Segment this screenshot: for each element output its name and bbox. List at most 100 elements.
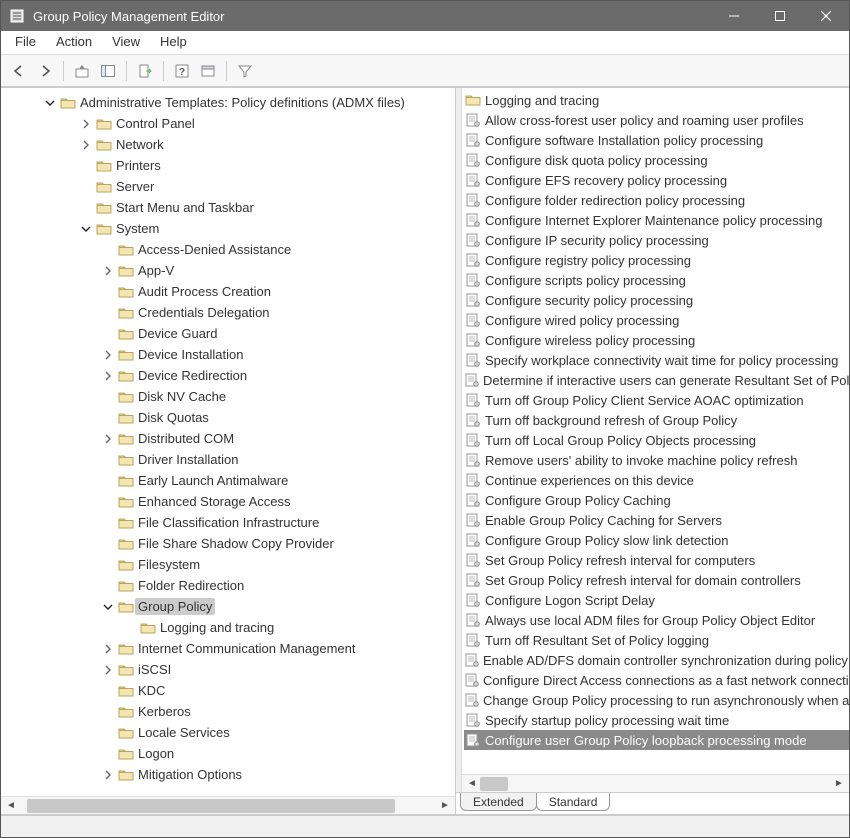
tree-node[interactable]: System — [5, 218, 455, 239]
tree-node[interactable]: Network — [5, 134, 455, 155]
list-folder[interactable]: Logging and tracing — [464, 90, 849, 110]
tree-view[interactable]: Administrative Templates: Policy definit… — [1, 88, 455, 796]
list-setting[interactable]: Turn off Local Group Policy Objects proc… — [464, 430, 849, 450]
list-setting[interactable]: Turn off Resultant Set of Policy logging — [464, 630, 849, 650]
tree-node[interactable]: Logon — [5, 743, 455, 764]
list-setting[interactable]: Configure folder redirection policy proc… — [464, 190, 849, 210]
chevron-right-icon[interactable] — [81, 119, 95, 129]
chevron-down-icon[interactable] — [81, 224, 95, 234]
list-setting[interactable]: Configure wired policy processing — [464, 310, 849, 330]
list-setting[interactable]: Configure Internet Explorer Maintenance … — [464, 210, 849, 230]
list-setting[interactable]: Change Group Policy processing to run as… — [464, 690, 849, 710]
help-button[interactable]: ? — [170, 59, 194, 83]
list-setting[interactable]: Continue experiences on this device — [464, 470, 849, 490]
tree-node[interactable]: Disk Quotas — [5, 407, 455, 428]
tree-node[interactable]: Server — [5, 176, 455, 197]
chevron-right-icon[interactable] — [103, 665, 117, 675]
scroll-right-icon[interactable]: ► — [831, 778, 847, 789]
tree-node[interactable]: Enhanced Storage Access — [5, 491, 455, 512]
tree-node[interactable]: iSCSI — [5, 659, 455, 680]
tree-horizontal-scrollbar[interactable]: ◄ ► — [1, 796, 455, 814]
tree-node[interactable]: File Classification Infrastructure — [5, 512, 455, 533]
list-setting[interactable]: Enable AD/DFS domain controller synchron… — [464, 650, 849, 670]
chevron-right-icon[interactable] — [103, 350, 117, 360]
tree-node[interactable]: Printers — [5, 155, 455, 176]
tree-node[interactable]: Driver Installation — [5, 449, 455, 470]
chevron-right-icon[interactable] — [81, 140, 95, 150]
list-setting[interactable]: Always use local ADM files for Group Pol… — [464, 610, 849, 630]
maximize-button[interactable] — [757, 1, 803, 31]
list-setting[interactable]: Allow cross-forest user policy and roami… — [464, 110, 849, 130]
tree-node[interactable]: Kerberos — [5, 701, 455, 722]
tree-node[interactable]: Access-Denied Assistance — [5, 239, 455, 260]
back-button[interactable] — [7, 59, 31, 83]
chevron-down-icon[interactable] — [45, 98, 59, 108]
chevron-down-icon[interactable] — [103, 602, 117, 612]
list-setting[interactable]: Determine if interactive users can gener… — [464, 370, 849, 390]
scroll-right-icon[interactable]: ► — [437, 800, 453, 811]
menu-action[interactable]: Action — [46, 31, 102, 54]
list-setting[interactable]: Configure wireless policy processing — [464, 330, 849, 350]
list-setting[interactable]: Configure software Installation policy p… — [464, 130, 849, 150]
chevron-right-icon[interactable] — [103, 371, 117, 381]
chevron-right-icon[interactable] — [103, 434, 117, 444]
tree-node[interactable]: App-V — [5, 260, 455, 281]
show-hide-tree-button[interactable] — [96, 59, 120, 83]
list-setting[interactable]: Configure Direct Access connections as a… — [464, 670, 849, 690]
menu-help[interactable]: Help — [150, 31, 197, 54]
list-setting[interactable]: Configure Group Policy Caching — [464, 490, 849, 510]
settings-list[interactable]: Logging and tracingAllow cross-forest us… — [462, 88, 849, 774]
list-setting[interactable]: Specify startup policy processing wait t… — [464, 710, 849, 730]
tree-node[interactable]: Locale Services — [5, 722, 455, 743]
filter-button[interactable] — [233, 59, 257, 83]
scroll-left-icon[interactable]: ◄ — [3, 800, 19, 811]
minimize-button[interactable] — [711, 1, 757, 31]
list-setting[interactable]: Set Group Policy refresh interval for co… — [464, 550, 849, 570]
tree-node[interactable]: Folder Redirection — [5, 575, 455, 596]
titlebar[interactable]: Group Policy Management Editor — [1, 1, 849, 31]
tree-node[interactable]: Early Launch Antimalware — [5, 470, 455, 491]
tree-node[interactable]: Control Panel — [5, 113, 455, 134]
list-setting[interactable]: Configure Group Policy slow link detecti… — [464, 530, 849, 550]
list-setting[interactable]: Remove users' ability to invoke machine … — [464, 450, 849, 470]
list-setting[interactable]: Configure user Group Policy loopback pro… — [464, 730, 849, 750]
tree-node[interactable]: Filesystem — [5, 554, 455, 575]
list-setting[interactable]: Configure IP security policy processing — [464, 230, 849, 250]
tree-node[interactable]: Distributed COM — [5, 428, 455, 449]
tree-node[interactable]: Start Menu and Taskbar — [5, 197, 455, 218]
tree-node[interactable]: Credentials Delegation — [5, 302, 455, 323]
list-setting[interactable]: Configure Logon Script Delay — [464, 590, 849, 610]
tab-extended[interactable]: Extended — [460, 793, 537, 811]
tree-node[interactable]: Device Redirection — [5, 365, 455, 386]
tree-node[interactable]: Mitigation Options — [5, 764, 455, 785]
up-button[interactable] — [70, 59, 94, 83]
list-setting[interactable]: Enable Group Policy Caching for Servers — [464, 510, 849, 530]
list-setting[interactable]: Turn off background refresh of Group Pol… — [464, 410, 849, 430]
list-setting[interactable]: Specify workplace connectivity wait time… — [464, 350, 849, 370]
properties-button[interactable] — [196, 59, 220, 83]
menu-view[interactable]: View — [102, 31, 150, 54]
list-setting[interactable]: Configure disk quota policy processing — [464, 150, 849, 170]
forward-button[interactable] — [33, 59, 57, 83]
list-setting[interactable]: Turn off Group Policy Client Service AOA… — [464, 390, 849, 410]
chevron-right-icon[interactable] — [103, 644, 117, 654]
tab-standard[interactable]: Standard — [536, 793, 611, 811]
list-setting[interactable]: Configure EFS recovery policy processing — [464, 170, 849, 190]
close-button[interactable] — [803, 1, 849, 31]
tree-node[interactable]: Internet Communication Management — [5, 638, 455, 659]
list-setting[interactable]: Configure scripts policy processing — [464, 270, 849, 290]
tree-node[interactable]: Group Policy — [5, 596, 455, 617]
export-list-button[interactable] — [133, 59, 157, 83]
chevron-right-icon[interactable] — [103, 770, 117, 780]
tree-node[interactable]: Disk NV Cache — [5, 386, 455, 407]
tree-node[interactable]: Logging and tracing — [5, 617, 455, 638]
list-horizontal-scrollbar[interactable]: ◄ ► — [462, 774, 849, 792]
tree-node[interactable]: Device Guard — [5, 323, 455, 344]
chevron-right-icon[interactable] — [103, 266, 117, 276]
list-setting[interactable]: Configure registry policy processing — [464, 250, 849, 270]
tree-node[interactable]: Administrative Templates: Policy definit… — [5, 92, 455, 113]
menu-file[interactable]: File — [5, 31, 46, 54]
tree-node[interactable]: Device Installation — [5, 344, 455, 365]
list-setting[interactable]: Configure security policy processing — [464, 290, 849, 310]
tree-node[interactable]: Audit Process Creation — [5, 281, 455, 302]
